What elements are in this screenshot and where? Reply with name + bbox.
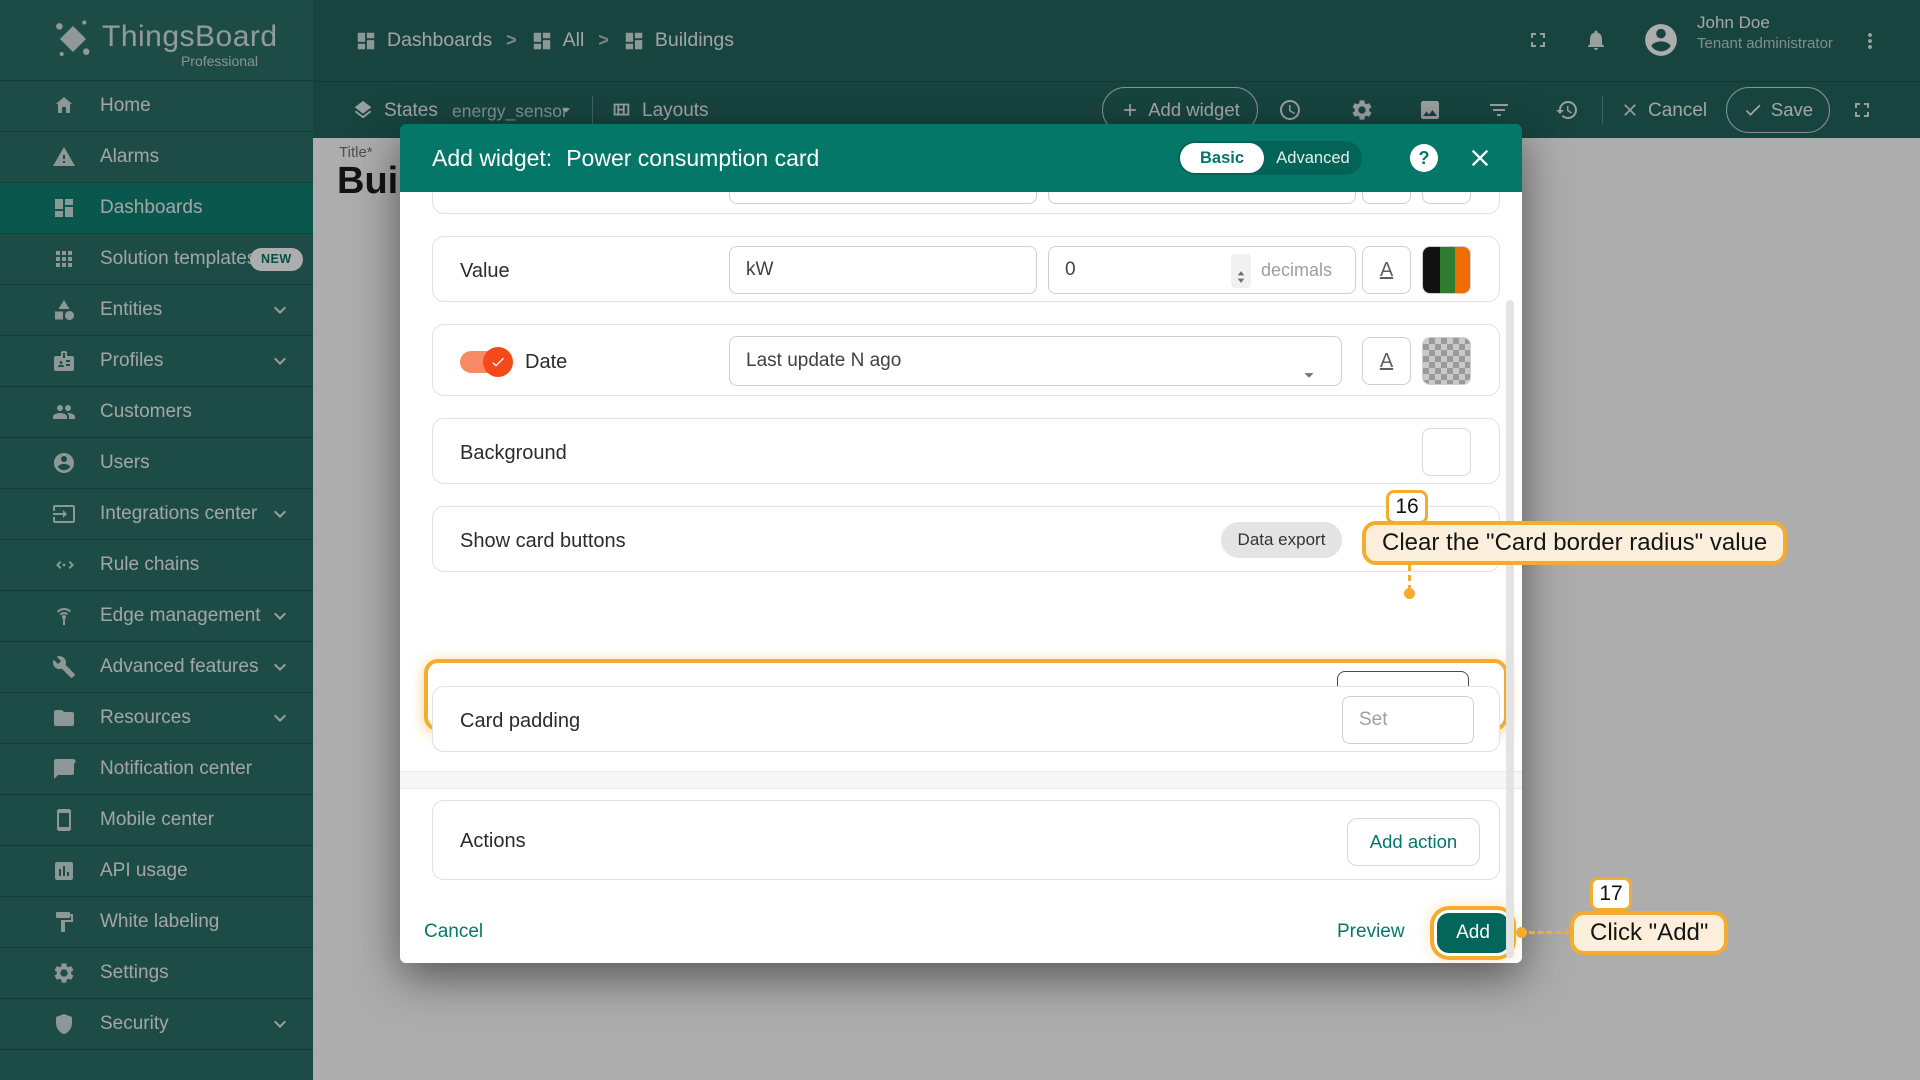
dialog-body: Value 0 decimals A Date Last update — [400, 192, 1522, 963]
step-16-badge: 16 — [1386, 490, 1428, 524]
show-card-buttons-row: Show card buttons Data export — [432, 506, 1500, 572]
basic-advanced-toggle: Basic Advanced — [1178, 141, 1362, 175]
toggle-check-icon — [483, 347, 513, 377]
date-format-select[interactable]: Last update N ago — [729, 336, 1342, 386]
value-label: Value — [460, 260, 510, 282]
date-row: Date Last update N ago A — [432, 324, 1500, 396]
value-units-input[interactable] — [729, 246, 1037, 294]
show-card-buttons-label: Show card buttons — [460, 530, 626, 552]
add-action-button[interactable]: Add action — [1347, 818, 1480, 866]
background-row: Background — [432, 418, 1500, 484]
decimals-input[interactable]: 0 decimals — [1048, 246, 1356, 294]
step-16-connector-dot — [1404, 588, 1415, 599]
tab-basic[interactable]: Basic — [1180, 143, 1264, 173]
scrolled-row-partial — [432, 192, 1500, 214]
background-label: Background — [460, 442, 567, 464]
actions-label: Actions — [460, 830, 526, 852]
help-icon[interactable]: ? — [1410, 144, 1438, 172]
tab-advanced[interactable]: Advanced — [1264, 149, 1362, 168]
background-color-swatch[interactable] — [1422, 428, 1471, 476]
date-color-transparent-swatch[interactable] — [1422, 337, 1471, 385]
partial-color-button[interactable] — [1422, 192, 1471, 204]
date-toggle-on[interactable] — [460, 347, 522, 377]
decimals-hint: decimals — [1261, 260, 1333, 280]
dialog-cancel-button[interactable]: Cancel — [424, 908, 483, 956]
card-padding-row: Card padding — [432, 686, 1500, 752]
select-caret-down-icon — [1298, 351, 1320, 399]
value-color-settings-swatch[interactable] — [1422, 246, 1471, 294]
card-padding-input[interactable] — [1342, 696, 1474, 744]
value-text-format-button[interactable]: A — [1362, 246, 1411, 294]
modal-scrollbar[interactable] — [1506, 300, 1514, 958]
partial-input-right[interactable] — [1048, 192, 1356, 204]
value-row: Value 0 decimals A — [432, 236, 1500, 302]
decimals-stepper[interactable] — [1231, 254, 1251, 288]
step-17-connector-dot — [1516, 927, 1527, 938]
step-17-instruction: Click "Add" — [1570, 911, 1729, 955]
dialog-header: Add widget: Power consumption card Basic … — [400, 124, 1522, 192]
close-icon[interactable] — [1466, 144, 1494, 172]
partial-input-left[interactable] — [729, 192, 1037, 204]
step-16-instruction: Clear the "Card border radius" value — [1362, 521, 1788, 565]
add-widget-dialog: Add widget: Power consumption card Basic … — [400, 124, 1522, 963]
widget-name: Power consumption card — [566, 145, 820, 171]
data-export-chip[interactable]: Data export — [1221, 522, 1342, 558]
partial-format-button[interactable] — [1362, 192, 1411, 204]
step-17-badge: 17 — [1590, 877, 1632, 911]
dialog-title: Add widget: Power consumption card — [432, 145, 820, 171]
add-button[interactable]: Add — [1437, 913, 1509, 953]
actions-section: Actions Add action — [432, 800, 1500, 880]
step-17-connector — [1520, 931, 1570, 934]
date-label: Date — [525, 351, 568, 373]
card-padding-label: Card padding — [460, 710, 581, 732]
section-divider — [400, 771, 1522, 789]
screen: ThingsBoard Professional Home Alarms Dashb… — [0, 0, 1920, 1080]
preview-button[interactable]: Preview — [1337, 908, 1405, 956]
date-text-format-button[interactable]: A — [1362, 337, 1411, 385]
